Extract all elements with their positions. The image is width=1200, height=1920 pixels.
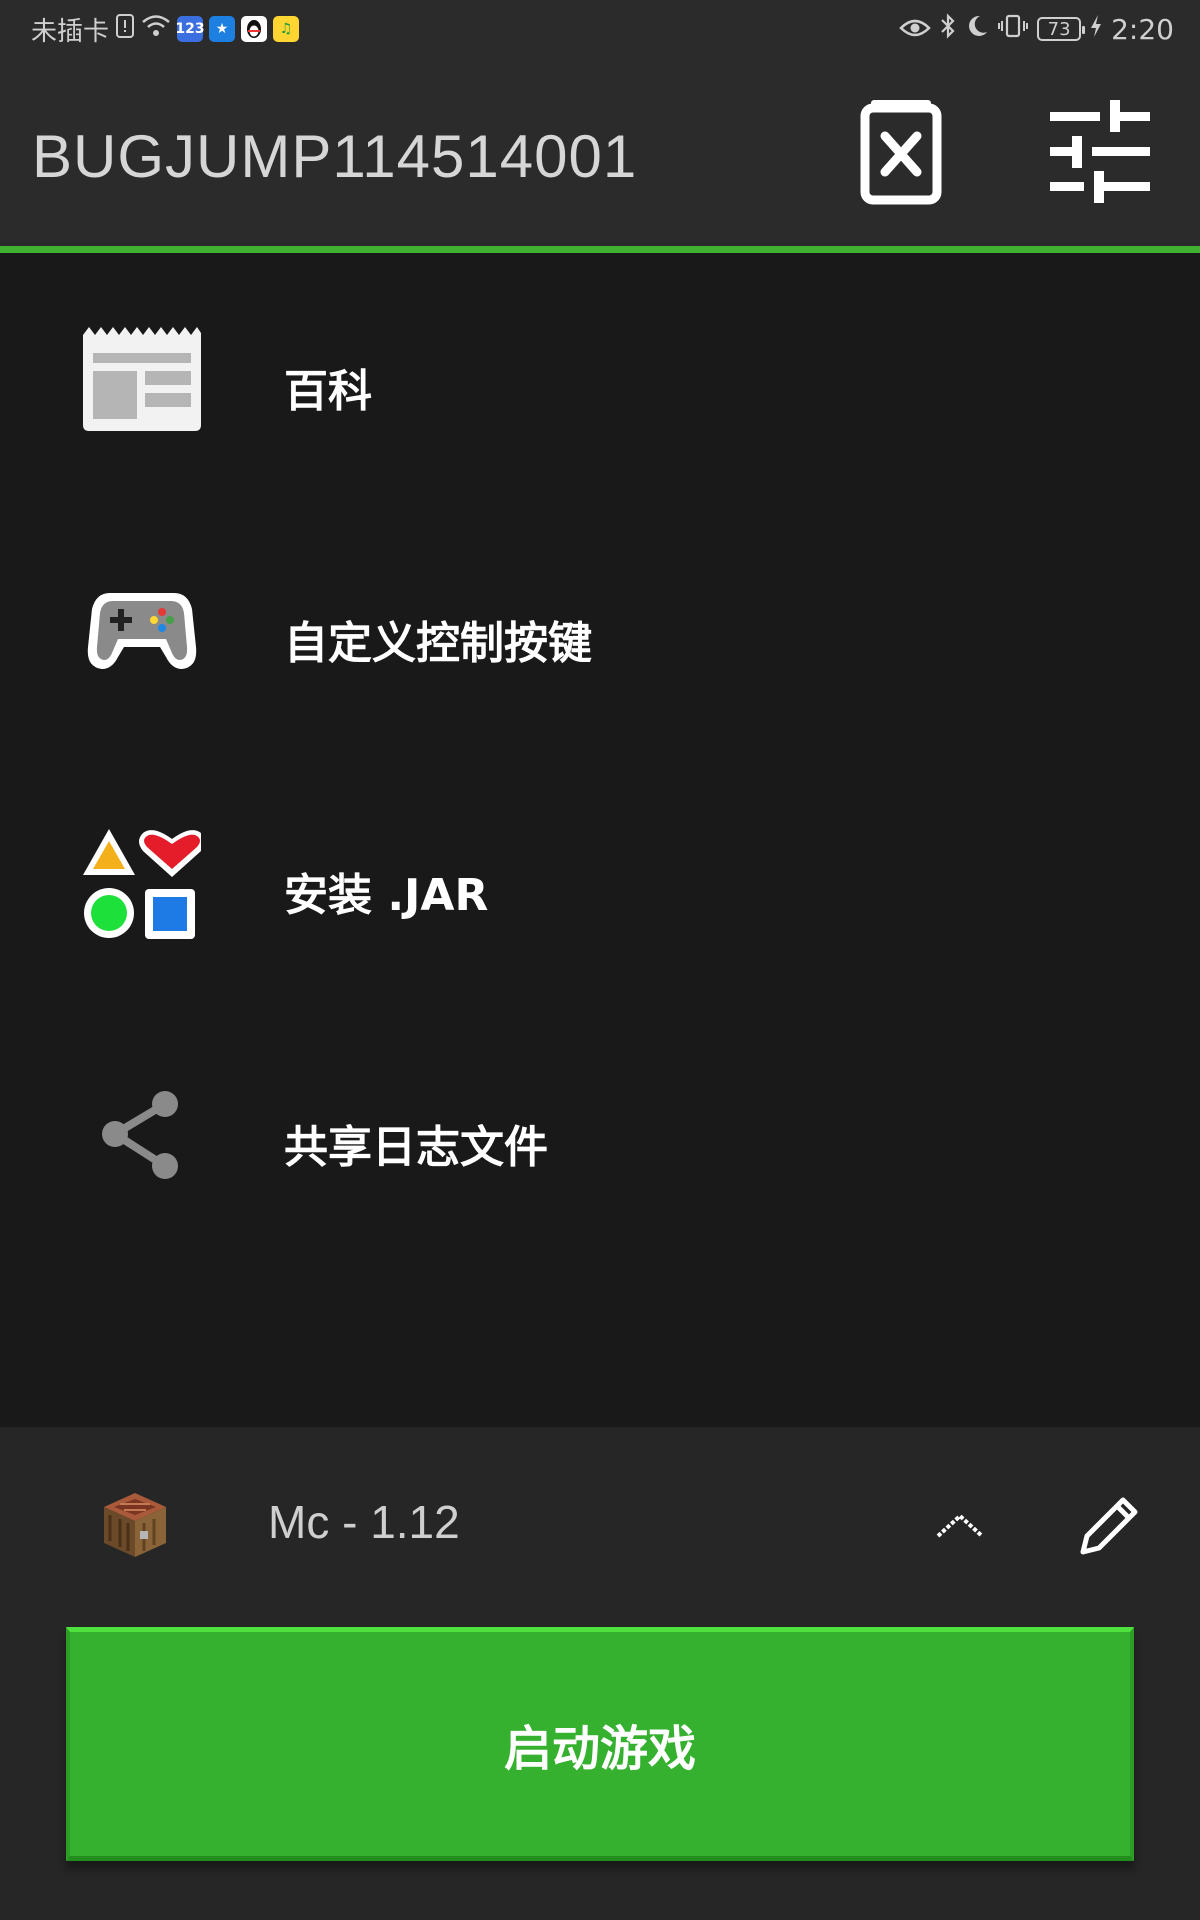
carrier-text: 未插卡 bbox=[31, 16, 110, 47]
battery-level: 73 bbox=[1047, 18, 1071, 40]
charging-icon bbox=[1089, 13, 1103, 46]
app-bar: BUGJUMP114514001 bbox=[0, 58, 1200, 246]
accent-divider bbox=[0, 246, 1200, 253]
menu-item-label: 共享日志文件 bbox=[284, 1122, 548, 1173]
app-title: BUGJUMP114514001 bbox=[32, 123, 638, 190]
sim-alert-icon bbox=[115, 13, 135, 46]
expand-versions-button[interactable] bbox=[920, 1487, 1000, 1567]
chevron-up-icon bbox=[935, 1510, 985, 1544]
status-bar: 未插卡 123 ★ ♫ 73 2:20 bbox=[0, 0, 1200, 58]
menu-item-label: 百科 bbox=[284, 366, 372, 417]
moon-icon bbox=[965, 13, 989, 46]
pencil-icon bbox=[1079, 1494, 1141, 1560]
edit-profile-button[interactable] bbox=[1060, 1477, 1160, 1577]
gamepad-icon bbox=[80, 569, 204, 693]
star-chat-icon: ★ bbox=[209, 16, 236, 42]
version-selector[interactable]: Mc - 1.12 bbox=[0, 1427, 1200, 1627]
status-right: 73 2:20 bbox=[899, 10, 1174, 48]
share-icon bbox=[80, 1073, 204, 1197]
status-time: 2:20 bbox=[1111, 12, 1174, 46]
sliders-icon bbox=[1048, 98, 1154, 208]
bluetooth-icon bbox=[939, 12, 957, 46]
settings-button[interactable] bbox=[1046, 98, 1156, 208]
status-left: 未插卡 123 ★ ♫ bbox=[31, 10, 300, 48]
123-app-icon: 123 bbox=[175, 16, 205, 42]
battery-icon: 73 bbox=[1037, 17, 1086, 41]
menu-item-label: 自定义控制按键 bbox=[284, 618, 592, 669]
bottom-panel: Mc - 1.12 启动游戏 bbox=[0, 1427, 1200, 1920]
qq-penguin-icon bbox=[241, 16, 268, 42]
menu-item-wiki[interactable]: 百科 bbox=[0, 253, 1200, 505]
vibrate-icon bbox=[997, 13, 1029, 46]
crafting-table-icon bbox=[100, 1489, 170, 1559]
menu-item-label: 安装 .JAR bbox=[284, 870, 489, 921]
launch-game-button[interactable]: 启动游戏 bbox=[66, 1627, 1134, 1861]
wifi-icon bbox=[141, 13, 171, 46]
eye-icon bbox=[899, 13, 931, 46]
launch-button-label: 启动游戏 bbox=[503, 1721, 696, 1777]
menu-item-install-jar[interactable]: 安装 .JAR bbox=[0, 757, 1200, 1009]
version-label: Mc - 1.12 bbox=[268, 1496, 460, 1548]
menu-item-share-logs[interactable]: 共享日志文件 bbox=[0, 1009, 1200, 1261]
clear-button[interactable] bbox=[846, 98, 956, 208]
menu-item-custom-controls[interactable]: 自定义控制按键 bbox=[0, 505, 1200, 757]
main-menu: 百科 自定义控制按键 安装 .JAR 共享日志文件 bbox=[0, 253, 1200, 1427]
music-app-icon: ♫ bbox=[273, 16, 300, 42]
shapes-icon bbox=[80, 821, 204, 945]
news-icon bbox=[80, 317, 204, 441]
clipboard-close-icon bbox=[853, 96, 949, 210]
